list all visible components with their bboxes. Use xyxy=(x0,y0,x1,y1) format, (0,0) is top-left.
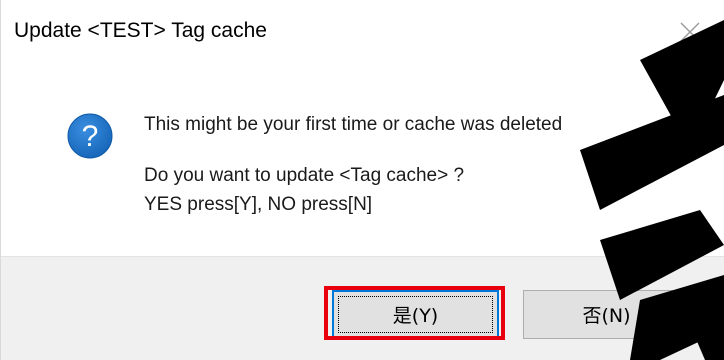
dialog-content: ? This might be your first time or cache… xyxy=(1,64,724,256)
no-button[interactable]: 否(N) xyxy=(523,290,690,339)
svg-text:?: ? xyxy=(82,120,99,153)
no-button-label: 否(N) xyxy=(582,305,631,327)
message-line-3: YES press[Y], NO press[N] xyxy=(144,194,373,215)
close-button[interactable] xyxy=(655,0,724,64)
message-line-2: Do you want to update <Tag cache> ? xyxy=(144,165,465,186)
question-icon: ? xyxy=(67,113,113,159)
dialog-window: Update <TEST> Tag cache ? This might be … xyxy=(0,0,724,360)
focus-rectangle xyxy=(338,296,493,333)
title-bar: Update <TEST> Tag cache xyxy=(1,0,724,64)
yes-button[interactable]: 是(Y) xyxy=(332,290,499,339)
message-line-1: This might be your first time or cache w… xyxy=(144,114,563,135)
window-title: Update <TEST> Tag cache xyxy=(14,19,267,42)
button-bar: 是(Y) 否(N) xyxy=(1,256,724,360)
close-icon xyxy=(680,22,700,42)
